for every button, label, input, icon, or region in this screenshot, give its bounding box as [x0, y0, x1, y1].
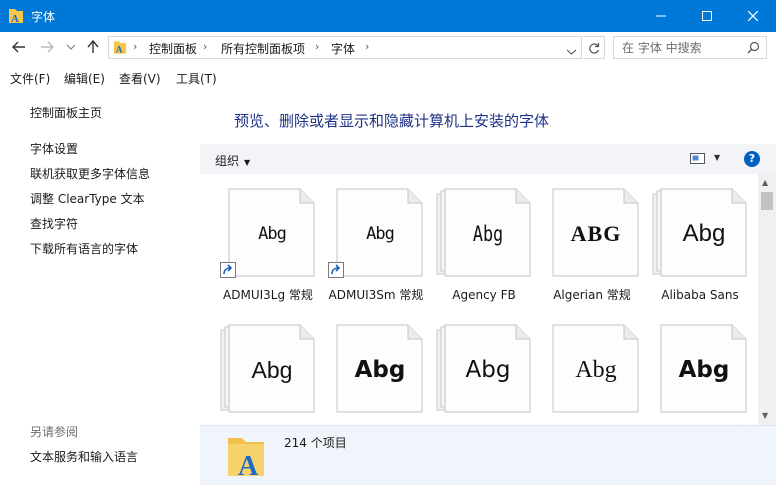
forward-button[interactable] — [38, 38, 56, 56]
svg-text:A: A — [11, 13, 19, 24]
control-panel-home-link[interactable]: 控制面板主页 — [30, 104, 102, 121]
font-sample: Abg — [678, 357, 730, 383]
download-fonts-link[interactable]: 下载所有语言的字体 — [30, 240, 138, 257]
font-settings-link[interactable]: 字体设置 — [30, 140, 78, 157]
see-also-heading: 另请参阅 — [30, 425, 79, 439]
breadcrumb-all-items[interactable]: 所有控制面板项 — [221, 40, 305, 57]
scrollbar-thumb[interactable] — [761, 192, 773, 210]
svg-text:A: A — [238, 451, 259, 478]
scroll-down-icon[interactable]: ▼ — [762, 411, 768, 420]
cleartype-link[interactable]: 调整 ClearType 文本 — [30, 190, 145, 207]
help-icon[interactable]: ? — [744, 151, 760, 167]
breadcrumb-separator-icon[interactable]: › — [365, 40, 369, 53]
breadcrumb-separator-icon[interactable]: › — [203, 40, 207, 53]
up-button[interactable] — [84, 38, 102, 56]
font-sample: Abg — [354, 357, 406, 383]
fonts-folder-icon: A — [8, 7, 24, 25]
font-sample: Abg — [575, 357, 617, 383]
content-pane: 预览、删除或者显示和隐藏计算机上安装的字体 组织 ▼ ▼ ? Abg ADMUI3L… — [200, 90, 776, 485]
font-item[interactable]: Abg Alibaba Sans — [652, 188, 758, 328]
font-sample: Abg — [258, 224, 287, 244]
font-sample: Abg — [251, 357, 293, 383]
item-count: 214 个项目 — [284, 436, 347, 450]
page-title: 预览、删除或者显示和隐藏计算机上安装的字体 — [234, 112, 550, 130]
window-title: 字体 — [31, 10, 56, 24]
chevron-down-icon[interactable] — [566, 44, 577, 58]
search-box[interactable] — [613, 36, 767, 59]
title-bar: A 字体 — [0, 0, 776, 32]
text-services-link[interactable]: 文本服务和输入语言 — [30, 448, 138, 465]
font-item[interactable]: Abg ADMUI3Lg 常规 — [220, 188, 328, 328]
details-pane: A 214 个项目 — [200, 425, 776, 485]
breadcrumb-fonts[interactable]: 字体 — [331, 40, 355, 57]
font-item[interactable]: ABG Algerian 常规 — [544, 188, 652, 328]
recent-locations-button[interactable] — [62, 38, 80, 56]
font-sample: ABG — [570, 221, 622, 246]
chevron-down-icon: ▼ — [244, 158, 251, 167]
shortcut-arrow-icon — [220, 262, 236, 278]
view-dropdown-icon[interactable]: ▼ — [714, 153, 720, 162]
menu-tools[interactable]: 工具(T) — [176, 70, 217, 87]
refresh-button[interactable] — [583, 36, 605, 59]
vertical-scrollbar[interactable]: ▲ ▼ — [758, 174, 776, 425]
fonts-folder-large-icon: A — [226, 434, 268, 482]
command-bar: 组织 ▼ ▼ ? — [200, 144, 776, 174]
location-icon: A — [113, 39, 127, 58]
menu-edit[interactable]: 编辑(E) — [64, 70, 105, 87]
minimize-button[interactable] — [638, 0, 684, 32]
font-grid: Abg ADMUI3Lg 常规 Abg ADMUI3Sm 常规 Abg Agency FB… — [200, 174, 758, 425]
font-sample: Abg — [472, 222, 504, 246]
breadcrumb-separator-icon[interactable]: › — [315, 40, 319, 53]
font-item[interactable]: AbgBaskerville Old — [544, 324, 652, 425]
back-button[interactable] — [10, 38, 28, 56]
font-sample: Abg — [465, 357, 511, 383]
font-name: Agency FB — [452, 288, 516, 302]
organize-button[interactable]: 组织 ▼ — [215, 152, 250, 169]
refresh-icon — [588, 42, 599, 54]
address-bar: A › 控制面板 › 所有控制面板项 › 字体 › — [0, 32, 776, 62]
font-item[interactable]: AbgBahnschrift — [436, 324, 544, 425]
menu-view[interactable]: 查看(V) — [119, 70, 161, 87]
font-item[interactable]: Abg Agency FB — [436, 188, 544, 328]
search-icon[interactable] — [747, 41, 760, 57]
search-input[interactable] — [622, 40, 740, 55]
font-item[interactable]: AbgBauhaus 93 常 — [652, 324, 758, 425]
font-name: Algerian 常规 — [553, 288, 631, 302]
shortcut-arrow-icon — [328, 262, 344, 278]
breadcrumb-separator-icon[interactable]: › — [133, 40, 137, 53]
menu-bar: 文件(F) 编辑(E) 查看(V) 工具(T) — [0, 64, 776, 90]
get-more-fonts-link[interactable]: 联机获取更多字体信息 — [30, 165, 150, 182]
breadcrumb-control-panel[interactable]: 控制面板 — [149, 40, 197, 57]
organize-label: 组织 — [215, 154, 240, 168]
view-options-icon[interactable] — [690, 152, 706, 168]
task-pane: 控制面板主页 字体设置 联机获取更多字体信息 调整 ClearType 文本 查… — [0, 90, 200, 485]
font-item[interactable]: AbgArial — [220, 324, 328, 425]
font-item[interactable]: AbgArial Rounded — [328, 324, 436, 425]
close-button[interactable] — [730, 0, 776, 32]
font-item[interactable]: Abg ADMUI3Sm 常规 — [328, 188, 436, 328]
breadcrumb[interactable]: A › 控制面板 › 所有控制面板项 › 字体 › — [108, 36, 582, 59]
font-name: ADMUI3Lg 常规 — [223, 288, 313, 302]
maximize-button[interactable] — [684, 0, 730, 32]
find-character-link[interactable]: 查找字符 — [30, 215, 78, 232]
scroll-up-icon[interactable]: ▲ — [762, 178, 768, 187]
font-sample: Abg — [682, 220, 726, 247]
font-name: ADMUI3Sm 常规 — [328, 288, 424, 302]
menu-file[interactable]: 文件(F) — [10, 70, 50, 87]
font-sample: Abg — [366, 224, 395, 244]
svg-text:A: A — [116, 45, 123, 55]
font-name: Alibaba Sans — [661, 288, 739, 302]
